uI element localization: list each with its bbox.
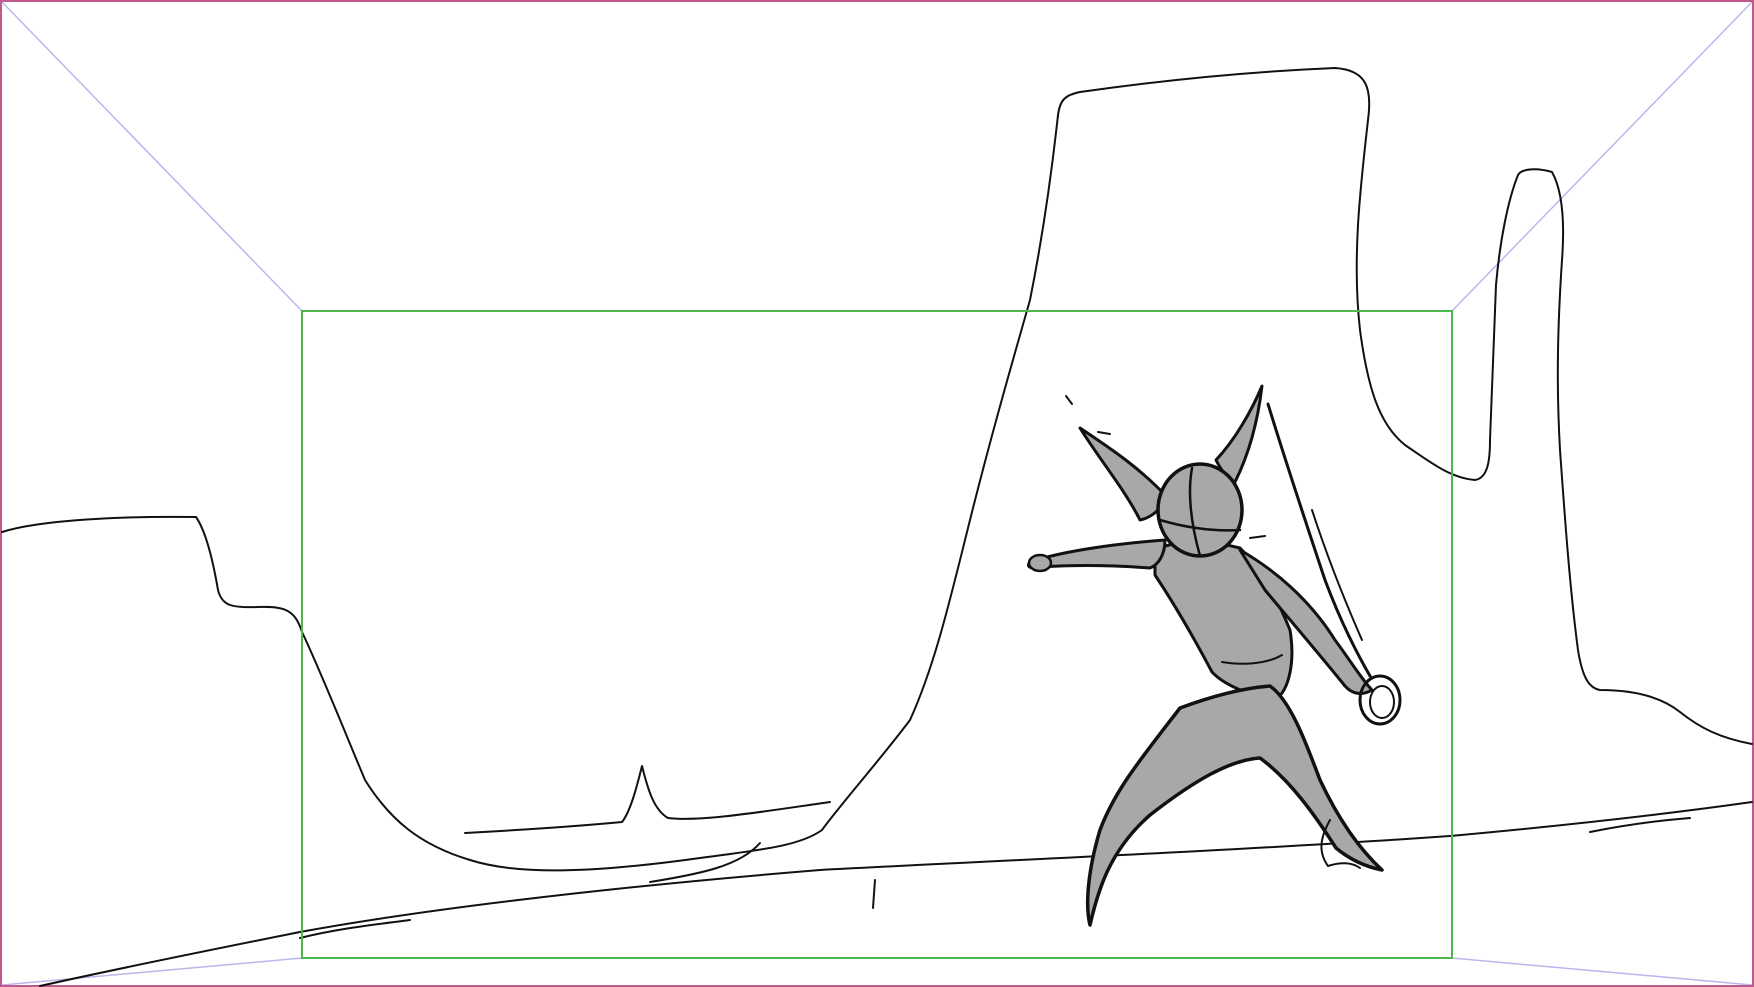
- sketch-mark-3: [1249, 535, 1266, 539]
- left-fist: [1027, 553, 1053, 573]
- camera-field-guides: [1, 1, 1753, 986]
- guide-top-right: [1451, 1, 1753, 312]
- ground-tick: [872, 879, 876, 909]
- distant-horizon: [464, 765, 831, 834]
- character-sketch: [1027, 384, 1402, 927]
- storyboard-panel: [0, 0, 1754, 987]
- legs: [1085, 684, 1384, 927]
- guide-bottom-right: [1451, 957, 1753, 986]
- background-rock-formations: [1, 67, 1753, 883]
- right-horn: [1214, 384, 1264, 484]
- left-mesa-outline: [1, 91, 1081, 872]
- central-butte-outline: [1079, 67, 1491, 481]
- right-spire-outline: [1489, 168, 1753, 745]
- guide-top-left: [1, 1, 303, 312]
- torso: [1153, 540, 1294, 702]
- left-horn: [1078, 426, 1170, 522]
- sketch-mark-1: [1065, 395, 1073, 405]
- panel-border: [0, 0, 1754, 987]
- sword-hand-inner: [1369, 685, 1395, 719]
- helmet: [1156, 462, 1244, 558]
- sketch-mark-2: [1097, 431, 1111, 435]
